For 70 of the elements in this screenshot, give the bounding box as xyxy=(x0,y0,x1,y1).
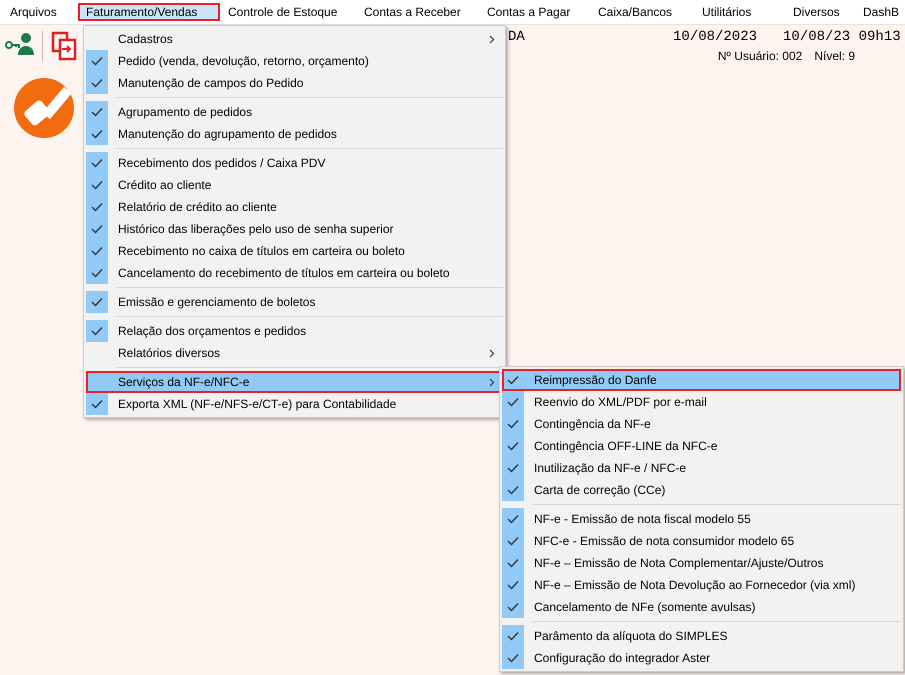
check-icon xyxy=(91,224,103,234)
menu-item[interactable]: Contingência da NF-e xyxy=(502,413,901,435)
menu-item[interactable]: Recebimento no caixa de títulos em carteira ou boleto xyxy=(86,240,503,262)
menu-item[interactable]: Relatórios diversos xyxy=(86,342,503,364)
menu-item[interactable]: Configuração do integrador Aster xyxy=(502,647,901,669)
menu-item[interactable]: Agrupamento de pedidos xyxy=(86,101,503,123)
menu-bar-item[interactable]: Caixa/Bancos xyxy=(590,3,694,21)
check-icon xyxy=(91,129,103,139)
date-time-text: 10/08/23 09h13 xyxy=(783,29,901,45)
check-icon xyxy=(91,297,103,307)
menu-bar-item[interactable]: Contas a Pagar xyxy=(479,3,590,21)
menu-item[interactable]: Exporta XML (NF-e/NFS-e/CT-e) para Contabilidade xyxy=(86,393,503,415)
check-icon xyxy=(91,107,103,117)
menu-item[interactable]: Reimpressão do Danfe xyxy=(502,369,901,391)
menu-item[interactable]: Cancelamento do recebimento de títulos em carteira ou boleto xyxy=(86,262,503,284)
menu-item[interactable]: Cadastros xyxy=(86,28,503,50)
menu-item[interactable]: Emissão e gerenciamento de boletos xyxy=(86,291,503,313)
menu-item[interactable]: NFC-e - Emissão de nota consumidor modelo 65 xyxy=(502,530,901,552)
check-icon xyxy=(91,399,103,409)
check-icon xyxy=(91,78,103,88)
check-icon xyxy=(507,602,519,612)
menu-item[interactable]: NF-e - Emissão de nota fiscal modelo 55 xyxy=(502,508,901,530)
check-icon xyxy=(91,56,103,66)
menu-item[interactable]: Histórico das liberações pelo uso de senha superior xyxy=(86,218,503,240)
menu-item[interactable]: Contingência OFF-LINE da NFC-e xyxy=(502,435,901,457)
check-icon xyxy=(507,419,519,429)
check-icon xyxy=(507,397,519,407)
check-icon xyxy=(507,558,519,568)
check-icon xyxy=(507,514,519,524)
menu-item[interactable]: Reenvio do XML/PDF por e-mail xyxy=(502,391,901,413)
check-icon xyxy=(507,631,519,641)
check-icon xyxy=(507,536,519,546)
menu-item[interactable]: Carta de correção (CCe) xyxy=(502,479,901,501)
menu-bar-item[interactable]: Diversos xyxy=(785,3,855,21)
menu-item[interactable]: Recebimento dos pedidos / Caixa PDV xyxy=(86,152,503,174)
menu-item[interactable]: Inutilização da NF-e / NFC-e xyxy=(502,457,901,479)
check-icon xyxy=(91,158,103,168)
menu-item[interactable]: Manutenção de campos do Pedido xyxy=(86,72,503,94)
title-text: DA xyxy=(508,29,526,45)
check-icon xyxy=(507,580,519,590)
check-icon xyxy=(507,375,519,385)
menu-item[interactable]: NF-e – Emissão de Nota Complementar/Ajuste/Outros xyxy=(502,552,901,574)
key-user-icon xyxy=(4,31,34,55)
menu-item[interactable]: Parâmento da alíquota do SIMPLES xyxy=(502,625,901,647)
menu-bar-item[interactable]: Utilitários xyxy=(694,3,785,21)
check-icon xyxy=(91,180,103,190)
menu-item[interactable]: Manutenção do agrupamento de pedidos xyxy=(86,123,503,145)
menu-bar-item[interactable]: Controle de Estoque xyxy=(220,3,356,21)
date-text: 10/08/2023 xyxy=(673,29,758,45)
check-icon xyxy=(507,653,519,663)
check-icon xyxy=(91,246,103,256)
check-icon xyxy=(91,268,103,278)
check-icon xyxy=(91,202,103,212)
menu-bar-item[interactable]: DashB xyxy=(855,3,905,21)
menu-bar-item[interactable]: Arquivos xyxy=(2,3,78,21)
menu-item[interactable]: Relatório de crédito ao cliente xyxy=(86,196,503,218)
menu-item[interactable]: Pedido (venda, devolução, retorno, orçamento) xyxy=(86,50,503,72)
menu-item[interactable]: NF-e – Emissão de Nota Devolução ao Fornecedor (via xml) xyxy=(502,574,901,596)
check-icon xyxy=(91,326,103,336)
menu-item[interactable]: Relação dos orçamentos e pedidos xyxy=(86,320,503,342)
check-icon xyxy=(507,463,519,473)
menu-item[interactable]: Cancelamento de NFe (somente avulsas) xyxy=(502,596,901,618)
menu-item[interactable]: Crédito ao cliente xyxy=(86,174,503,196)
user-number-text: Nº Usuário: 002 xyxy=(718,49,802,63)
menu-bar-item[interactable]: Faturamento/Vendas xyxy=(78,3,220,21)
export-icon xyxy=(51,31,77,61)
check-icon xyxy=(507,485,519,495)
level-text: Nível: 9 xyxy=(814,49,855,63)
menu-bar-item[interactable]: Contas a Receber xyxy=(356,3,479,21)
check-icon xyxy=(507,441,519,451)
